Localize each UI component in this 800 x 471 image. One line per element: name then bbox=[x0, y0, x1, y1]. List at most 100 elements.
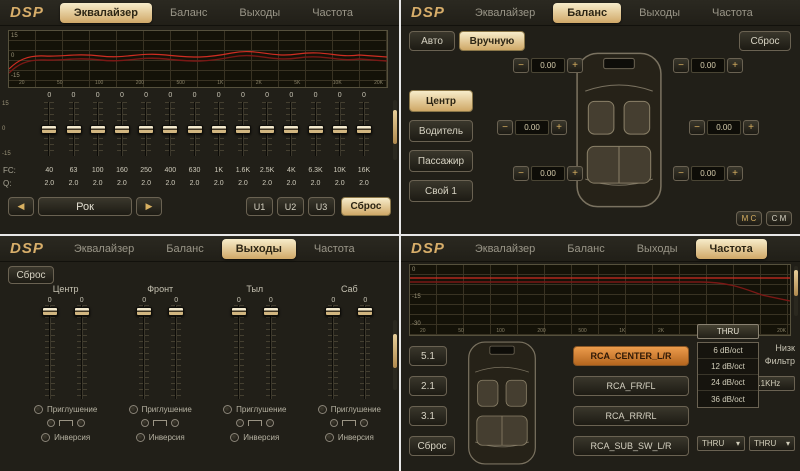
tab-equalizer[interactable]: Эквалайзер bbox=[60, 3, 152, 23]
thru-select-left[interactable]: THRU ▾ bbox=[697, 436, 745, 451]
link-right-checkbox[interactable] bbox=[171, 419, 179, 427]
invert-checkbox[interactable] bbox=[325, 433, 334, 442]
cm-mode-button[interactable]: C M bbox=[766, 211, 792, 226]
slider-handle[interactable] bbox=[259, 125, 275, 134]
preset-driver-button[interactable]: Водитель bbox=[409, 120, 473, 142]
slope-option[interactable]: 36 dB/oct bbox=[698, 391, 758, 407]
balance-reset-button[interactable]: Сброс bbox=[739, 31, 791, 51]
channel-front-button[interactable]: RCA_FR/FL bbox=[573, 376, 689, 396]
preset-prev-button[interactable]: ◀ bbox=[8, 197, 34, 216]
slider-handle[interactable] bbox=[283, 125, 299, 134]
output-level-slider[interactable] bbox=[136, 305, 152, 399]
output-level-slider[interactable] bbox=[42, 305, 58, 399]
tab-frequency[interactable]: Частота bbox=[298, 3, 367, 23]
slider-handle[interactable] bbox=[136, 307, 152, 316]
minus-button[interactable]: − bbox=[497, 120, 513, 135]
output-level-slider[interactable] bbox=[168, 305, 184, 399]
eq-band-slider[interactable] bbox=[283, 102, 299, 156]
tab-outputs[interactable]: Выходы bbox=[623, 239, 692, 259]
slope-dropdown-selected[interactable]: THRU bbox=[697, 324, 759, 339]
tab-frequency[interactable]: Частота bbox=[698, 3, 767, 23]
slider-handle[interactable] bbox=[41, 125, 57, 134]
memory-u2-button[interactable]: U2 bbox=[277, 197, 304, 216]
tab-outputs[interactable]: Выходы bbox=[222, 239, 296, 259]
eq-band-slider[interactable] bbox=[332, 102, 348, 156]
tab-frequency[interactable]: Частота bbox=[300, 239, 369, 259]
slider-handle[interactable] bbox=[74, 307, 90, 316]
eq-band-slider[interactable] bbox=[114, 102, 130, 156]
outputs-scrollbar[interactable] bbox=[393, 320, 397, 390]
minus-button[interactable]: − bbox=[513, 166, 529, 181]
link-left-checkbox[interactable] bbox=[330, 419, 338, 427]
preset-center-button[interactable]: Центр bbox=[409, 90, 473, 112]
mc-mode-button[interactable]: M C bbox=[736, 211, 762, 226]
tab-equalizer[interactable]: Эквалайзер bbox=[60, 239, 148, 259]
slider-handle[interactable] bbox=[42, 307, 58, 316]
plus-button[interactable]: + bbox=[727, 58, 743, 73]
slider-handle[interactable] bbox=[187, 125, 203, 134]
output-level-slider[interactable] bbox=[263, 305, 279, 399]
memory-u3-button[interactable]: U3 bbox=[308, 197, 335, 216]
link-left-checkbox[interactable] bbox=[141, 419, 149, 427]
eq-band-slider[interactable] bbox=[211, 102, 227, 156]
eq-scrollbar-thumb[interactable] bbox=[393, 110, 397, 144]
eq-band-slider[interactable] bbox=[90, 102, 106, 156]
channel-rear-button[interactable]: RCA_RR/RL bbox=[573, 406, 689, 426]
plus-button[interactable]: + bbox=[567, 58, 583, 73]
invert-checkbox[interactable] bbox=[41, 433, 50, 442]
mode-51-button[interactable]: 5.1 bbox=[409, 346, 447, 366]
invert-checkbox[interactable] bbox=[230, 433, 239, 442]
slider-handle[interactable] bbox=[357, 307, 373, 316]
preset-custom-button[interactable]: Свой 1 bbox=[409, 180, 473, 202]
tab-equalizer[interactable]: Эквалайзер bbox=[461, 3, 549, 23]
eq-band-slider[interactable] bbox=[308, 102, 324, 156]
output-level-slider[interactable] bbox=[231, 305, 247, 399]
eq-band-slider[interactable] bbox=[162, 102, 178, 156]
link-right-checkbox[interactable] bbox=[77, 419, 85, 427]
preset-next-button[interactable]: ▶ bbox=[136, 197, 162, 216]
tab-outputs[interactable]: Выходы bbox=[625, 3, 694, 23]
slider-handle[interactable] bbox=[138, 125, 154, 134]
tab-balance[interactable]: Баланс bbox=[553, 239, 618, 259]
plus-button[interactable]: + bbox=[727, 166, 743, 181]
minus-button[interactable]: − bbox=[689, 120, 705, 135]
preset-passenger-button[interactable]: Пассажир bbox=[409, 150, 473, 172]
slider-handle[interactable] bbox=[235, 125, 251, 134]
eq-band-slider[interactable] bbox=[138, 102, 154, 156]
plus-button[interactable]: + bbox=[551, 120, 567, 135]
mute-checkbox[interactable] bbox=[223, 405, 232, 414]
link-right-checkbox[interactable] bbox=[360, 419, 368, 427]
tab-equalizer[interactable]: Эквалайзер bbox=[461, 239, 549, 259]
tab-balance[interactable]: Баланс bbox=[553, 3, 621, 23]
slope-option[interactable]: 6 dB/oct bbox=[698, 343, 758, 359]
link-right-checkbox[interactable] bbox=[266, 419, 274, 427]
eq-band-slider[interactable] bbox=[259, 102, 275, 156]
eq-band-slider[interactable] bbox=[235, 102, 251, 156]
eq-band-slider[interactable] bbox=[66, 102, 82, 156]
tab-outputs[interactable]: Выходы bbox=[225, 3, 294, 23]
minus-button[interactable]: − bbox=[513, 58, 529, 73]
slider-handle[interactable] bbox=[114, 125, 130, 134]
output-level-slider[interactable] bbox=[74, 305, 90, 399]
link-left-checkbox[interactable] bbox=[47, 419, 55, 427]
tab-balance[interactable]: Баланс bbox=[152, 239, 217, 259]
channel-sub-button[interactable]: RCA_SUB_SW_L/R bbox=[573, 436, 689, 456]
mode-21-button[interactable]: 2.1 bbox=[409, 376, 447, 396]
eq-reset-button[interactable]: Сброс bbox=[341, 197, 391, 216]
preset-name-button[interactable]: Рок bbox=[38, 197, 132, 216]
outputs-scrollbar-thumb[interactable] bbox=[393, 334, 397, 368]
auto-button[interactable]: Авто bbox=[409, 31, 455, 51]
slider-handle[interactable] bbox=[332, 125, 348, 134]
invert-checkbox[interactable] bbox=[136, 433, 145, 442]
eq-scrollbar[interactable] bbox=[393, 100, 397, 160]
minus-button[interactable]: − bbox=[673, 166, 689, 181]
slider-handle[interactable] bbox=[211, 125, 227, 134]
outputs-reset-button[interactable]: Сброс bbox=[8, 266, 54, 284]
minus-button[interactable]: − bbox=[673, 58, 689, 73]
slider-handle[interactable] bbox=[90, 125, 106, 134]
channel-center-button[interactable]: RCA_CENTER_L/R bbox=[573, 346, 689, 366]
plus-button[interactable]: + bbox=[567, 166, 583, 181]
slope-option[interactable]: 24 dB/oct bbox=[698, 375, 758, 391]
slider-handle[interactable] bbox=[66, 125, 82, 134]
graph-scrollbar-thumb[interactable] bbox=[794, 270, 798, 296]
